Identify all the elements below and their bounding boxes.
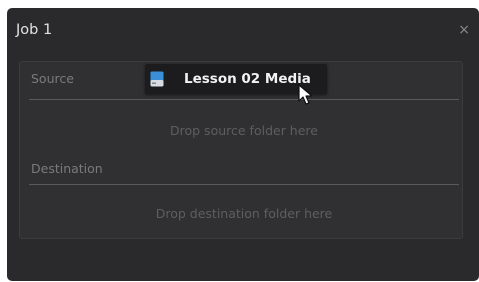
source-label: Source — [31, 71, 74, 86]
mouse-cursor-icon — [298, 84, 314, 106]
drive-icon — [150, 71, 164, 87]
destination-label: Destination — [31, 161, 103, 176]
job-panel: Job 1 × Source Drop source folder here D… — [7, 8, 479, 281]
dragged-folder-label: Lesson 02 Media — [184, 71, 311, 87]
job-title: Job 1 — [16, 22, 53, 38]
destination-drop-zone[interactable]: Drop destination folder here — [29, 190, 459, 236]
source-divider — [29, 99, 459, 100]
destination-divider — [29, 184, 459, 185]
close-icon[interactable]: × — [458, 22, 470, 38]
source-drop-zone[interactable]: Drop source folder here — [29, 107, 459, 153]
